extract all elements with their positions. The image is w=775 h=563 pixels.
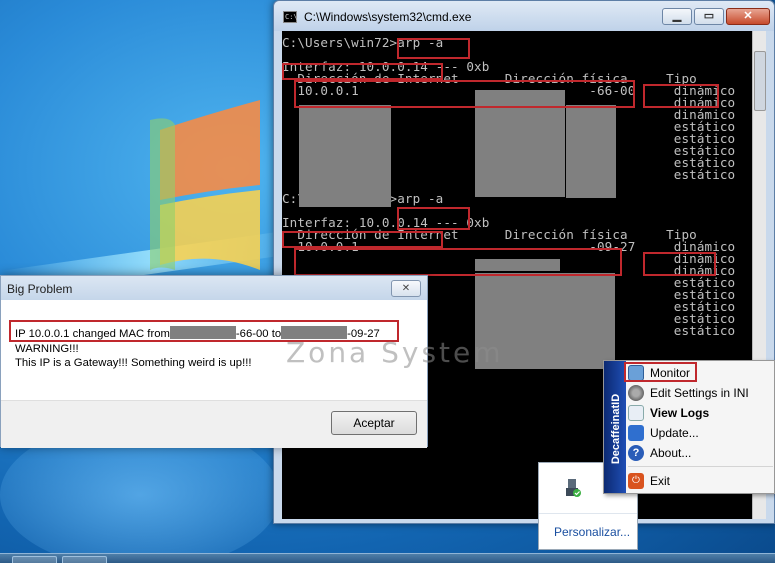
redaction-block bbox=[566, 105, 616, 198]
menu-item-label: About... bbox=[650, 446, 692, 460]
menu-sidebar-label: DecaffeinatID bbox=[610, 393, 622, 465]
menu-item-label: View Logs bbox=[650, 406, 710, 420]
menu-item-label: Edit Settings in INI bbox=[650, 386, 749, 400]
taskbar-button[interactable] bbox=[12, 556, 57, 563]
taskbar bbox=[0, 553, 775, 563]
cmd-window-title: C:\Windows\system32\cmd.exe bbox=[304, 10, 472, 24]
menu-item-exit[interactable]: ⏻ Exit bbox=[626, 471, 775, 491]
cmd-titlebar[interactable]: C:\ C:\Windows\system32\cmd.exe ▁ ▭ ✕ bbox=[274, 1, 774, 31]
menu-sidebar: DecaffeinatID bbox=[604, 361, 626, 493]
dialog-footer: Aceptar bbox=[1, 400, 427, 448]
highlight-gateway-row bbox=[294, 80, 635, 108]
menu-item-label: Update... bbox=[650, 426, 699, 440]
menu-item-about[interactable]: ? About... bbox=[626, 443, 775, 463]
update-icon bbox=[628, 425, 644, 441]
menu-item-update[interactable]: Update... bbox=[626, 423, 775, 443]
highlight-type bbox=[643, 252, 716, 276]
highlight-gateway-row bbox=[294, 248, 622, 276]
close-icon: ✕ bbox=[743, 10, 753, 22]
dialog-titlebar[interactable]: Big Problem ✕ bbox=[1, 276, 427, 300]
highlight-interface bbox=[282, 63, 443, 80]
close-icon: ✕ bbox=[401, 283, 411, 294]
close-button[interactable]: ✕ bbox=[726, 8, 770, 25]
cmd-icon: C:\ bbox=[283, 11, 298, 23]
windows-logo bbox=[150, 100, 260, 270]
taskbar-button[interactable] bbox=[62, 556, 107, 563]
menu-separator bbox=[628, 466, 773, 467]
highlight-type bbox=[643, 84, 719, 108]
gear-icon bbox=[628, 385, 644, 401]
menu-item-view-logs[interactable]: View Logs bbox=[626, 403, 775, 423]
search-icon bbox=[628, 405, 644, 421]
customize-link[interactable]: Personalizar... bbox=[554, 525, 630, 539]
maximize-button[interactable]: ▭ bbox=[694, 8, 724, 25]
window-controls: ▁ ▭ ✕ bbox=[662, 8, 770, 25]
scroll-thumb[interactable] bbox=[754, 51, 766, 111]
dialog-title: Big Problem bbox=[7, 282, 73, 296]
highlight-command bbox=[397, 207, 470, 230]
tray-separator bbox=[539, 513, 637, 514]
minimize-icon: ▁ bbox=[672, 10, 682, 22]
warning-text: WARNING!!! bbox=[15, 343, 79, 355]
minimize-button[interactable]: ▁ bbox=[662, 8, 692, 25]
highlight-interface bbox=[282, 231, 443, 248]
exit-icon: ⏻ bbox=[628, 473, 644, 489]
maximize-icon: ▭ bbox=[703, 10, 715, 22]
menu-item-label: Exit bbox=[650, 474, 671, 488]
usb-device-icon[interactable] bbox=[563, 477, 583, 499]
redaction-block bbox=[299, 105, 391, 207]
watermark: Zona System bbox=[286, 336, 504, 369]
accept-button[interactable]: Aceptar bbox=[331, 411, 417, 435]
menu-item-edit-settings[interactable]: Edit Settings in INI bbox=[626, 383, 775, 403]
dialog-close-button[interactable]: ✕ bbox=[391, 280, 421, 297]
help-icon: ? bbox=[628, 445, 644, 461]
highlight-monitor bbox=[624, 362, 697, 382]
console-line: C:\Users\win72>arp -a bbox=[282, 35, 444, 50]
decaffeinatid-context-menu: DecaffeinatID Monitor Edit Settings in I… bbox=[603, 360, 775, 494]
highlight-command bbox=[397, 38, 470, 59]
gateway-warning-text: This IP is a Gateway!!! Something weird … bbox=[15, 357, 252, 369]
